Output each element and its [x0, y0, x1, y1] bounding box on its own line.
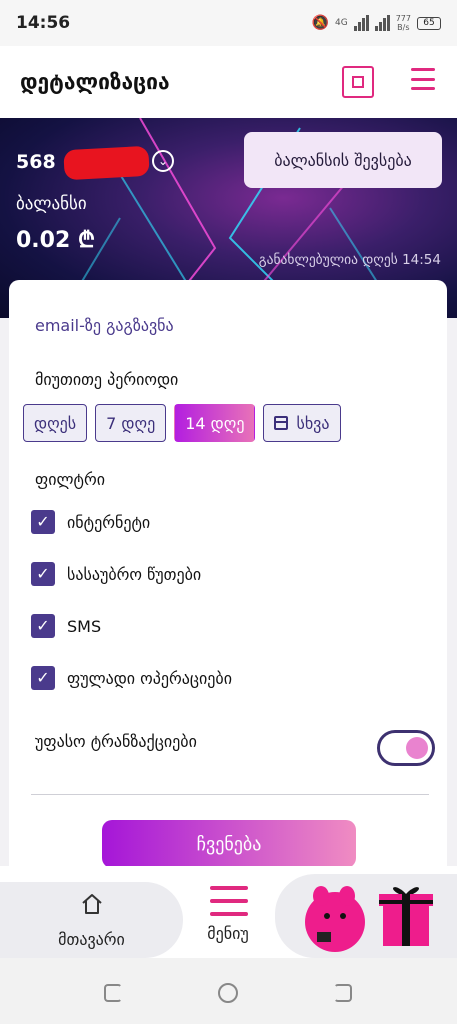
free-transactions-label: უფასო ტრანზაქციები — [35, 732, 197, 751]
calendar-icon — [274, 416, 289, 430]
phone-number: 568 — [16, 151, 56, 173]
filter-label-money: ფულადი ოპერაციები — [67, 668, 232, 688]
filter-money[interactable]: ✓ ფულადი ოპერაციები — [31, 666, 232, 690]
filter-label: ფილტრი — [35, 470, 105, 489]
recent-apps-icon[interactable] — [104, 984, 122, 1002]
period-7days-chip[interactable]: 7 დღე — [95, 404, 167, 442]
checkbox-checked-icon[interactable]: ✓ — [31, 510, 55, 534]
detail-card: email-ზე გაგზავნა მიუთითე პერიოდი დღეს 7… — [9, 280, 447, 880]
promo-area[interactable] — [275, 874, 457, 958]
status-bar: 14:56 🔕 4G 777 B/s 65 — [0, 0, 457, 46]
home-system-icon[interactable] — [218, 983, 238, 1003]
updated-timestamp: განახლებულია დღეს 14:54 — [258, 252, 441, 268]
redaction-mark — [63, 145, 150, 181]
period-14days-chip[interactable]: 14 დღე — [174, 404, 256, 442]
menu-icon — [210, 886, 248, 916]
net-speed: 777 B/s — [395, 14, 411, 32]
filter-sms[interactable]: ✓ SMS — [31, 614, 101, 638]
bottom-navigation: მთავარი მენიუ — [0, 866, 457, 958]
back-icon[interactable] — [334, 984, 352, 1002]
hamburger-menu-icon[interactable] — [411, 68, 435, 90]
free-transactions-toggle[interactable] — [377, 730, 435, 766]
divider — [31, 794, 429, 795]
signal-icon-2 — [374, 15, 390, 31]
filter-label-sms: SMS — [67, 616, 102, 636]
topup-balance-button[interactable]: ბალანსის შევსება — [244, 132, 442, 188]
period-other-chip[interactable]: სხვა — [263, 404, 341, 442]
qr-code-icon[interactable] — [342, 66, 374, 98]
checkbox-checked-icon[interactable]: ✓ — [31, 666, 55, 690]
filter-label-minutes: სასაუბრო წუთები — [67, 564, 202, 584]
status-time: 14:56 — [16, 13, 71, 33]
system-navigation — [0, 958, 457, 1024]
send-email-link[interactable]: email-ზე გაგზავნა — [35, 316, 174, 335]
period-label: მიუთითე პერიოდი — [35, 370, 179, 389]
network-type-label: 4G — [335, 18, 348, 28]
filter-minutes[interactable]: ✓ სასაუბრო წუთები — [31, 562, 201, 586]
signal-icon — [353, 15, 369, 31]
mascot-gift-icon — [305, 886, 433, 952]
mute-bell-icon: 🔕 — [311, 15, 330, 31]
app-header: დეტალიზაცია — [0, 46, 457, 118]
period-chips: დღეს 7 დღე 14 დღე სხვა — [23, 404, 341, 442]
home-icon — [82, 894, 102, 914]
period-other-label: სხვა — [296, 413, 330, 433]
checkbox-checked-icon[interactable]: ✓ — [31, 614, 55, 638]
filter-label-internet: ინტერნეტი — [67, 512, 151, 532]
checkbox-checked-icon[interactable]: ✓ — [31, 562, 55, 586]
nav-home[interactable]: მთავარი — [0, 882, 183, 958]
filter-internet[interactable]: ✓ ინტერნეტი — [31, 510, 150, 534]
period-today-chip[interactable]: დღეს — [23, 404, 88, 442]
balance-value: 0.02 ₾ — [16, 228, 95, 253]
show-button[interactable]: ჩვენება — [102, 820, 356, 868]
chevron-down-icon[interactable]: ⌄ — [152, 150, 174, 172]
balance-label: ბალანსი — [16, 194, 87, 214]
page-title: დეტალიზაცია — [20, 70, 170, 94]
nav-menu-label: მენიუ — [207, 924, 249, 943]
battery-icon: 65 — [417, 16, 441, 30]
nav-home-label: მთავარი — [58, 930, 125, 949]
